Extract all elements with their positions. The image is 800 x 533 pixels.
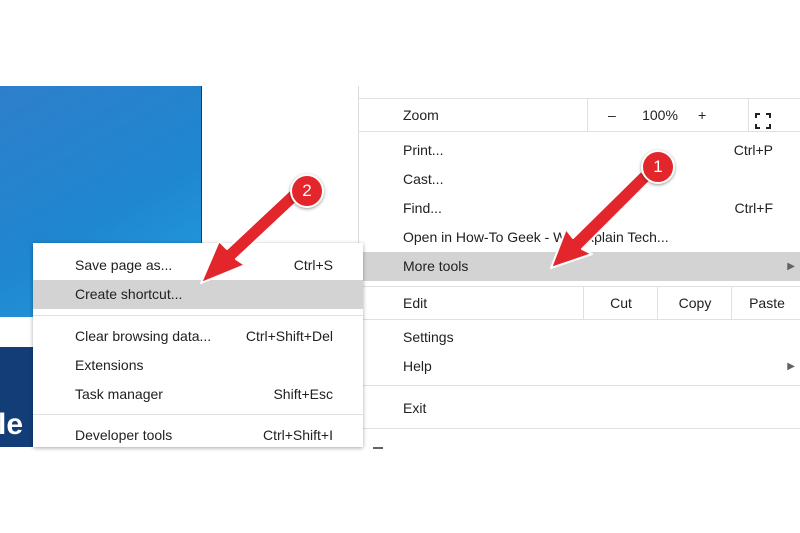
annotation-marker-1: 1 <box>641 150 675 184</box>
annotation-marker-2: 2 <box>290 174 324 208</box>
annotation-arrows <box>200 170 651 284</box>
annotation-arrow-2 <box>200 188 301 284</box>
annotation-arrow-1 <box>550 170 651 269</box>
